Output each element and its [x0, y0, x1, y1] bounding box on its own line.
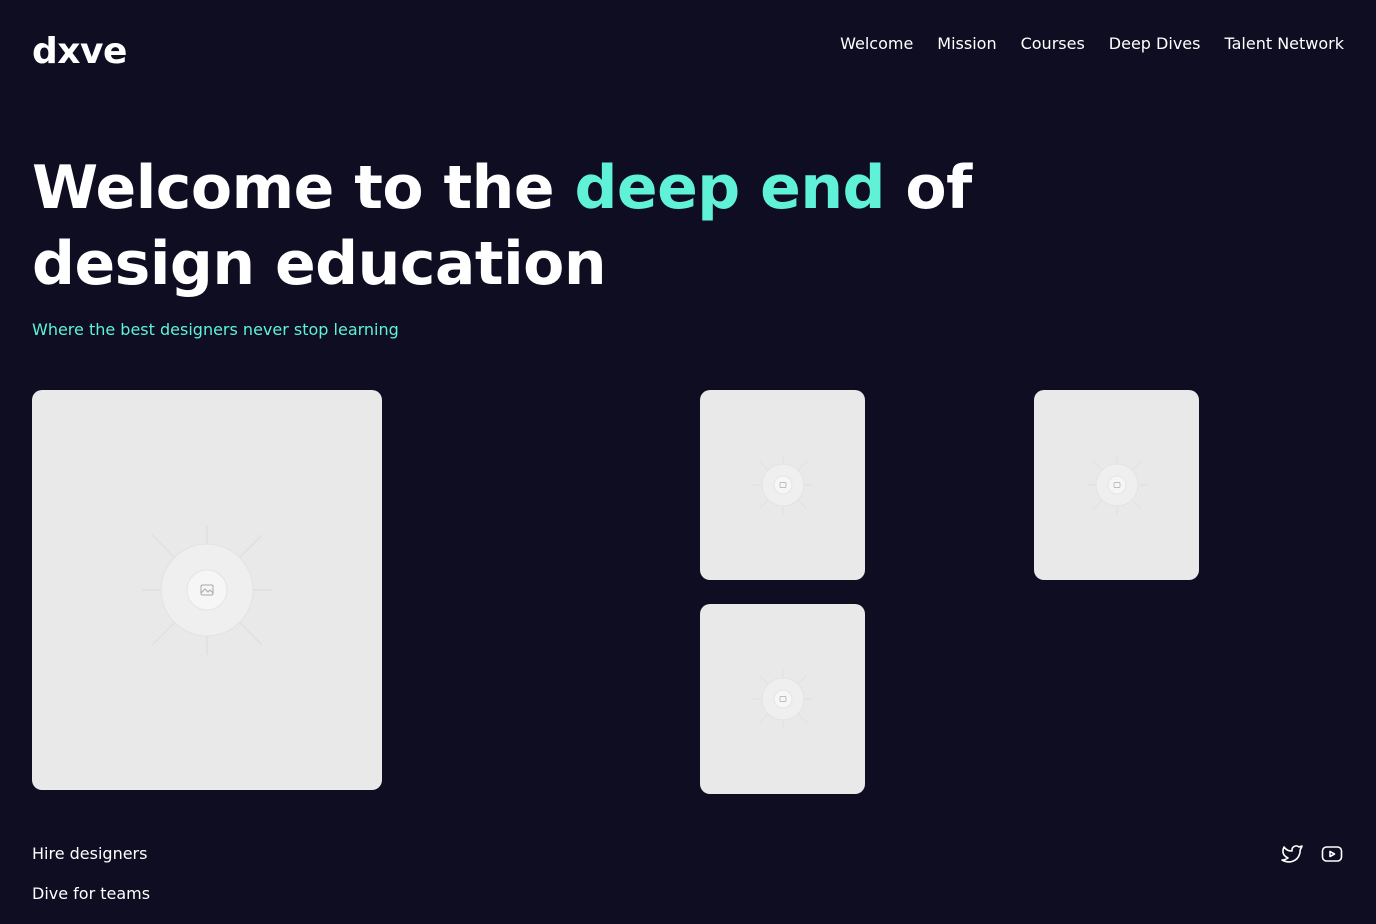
image-placeholder-icon	[142, 525, 272, 655]
main-nav: Welcome Mission Courses Deep Dives Talen…	[840, 34, 1344, 54]
footer-links: Hire designers Dive for teams	[32, 844, 150, 924]
dive-for-teams-link[interactable]: Dive for teams	[32, 884, 150, 904]
image-card[interactable]	[1034, 390, 1199, 580]
nav-talent-network[interactable]: Talent Network	[1224, 34, 1344, 54]
hero-title-start: Welcome to the	[32, 153, 575, 223]
image-card[interactable]	[700, 390, 865, 580]
hero-title-accent: deep end	[574, 153, 885, 223]
image-placeholder-icon	[1086, 455, 1147, 515]
image-card[interactable]	[700, 604, 865, 794]
nav-mission[interactable]: Mission	[937, 34, 996, 54]
hire-designers-link[interactable]: Hire designers	[32, 844, 150, 864]
logo[interactable]: dxve	[32, 30, 127, 74]
image-placeholder-icon	[752, 455, 813, 515]
social-links	[1280, 842, 1344, 866]
nav-courses[interactable]: Courses	[1021, 34, 1085, 54]
youtube-icon[interactable]	[1320, 842, 1344, 866]
hero-title: Welcome to the deep end of design educat…	[32, 150, 1132, 302]
twitter-icon[interactable]	[1280, 842, 1304, 866]
hero-subtitle: Where the best designers never stop lear…	[32, 320, 399, 339]
image-placeholder-icon	[752, 669, 813, 729]
nav-welcome[interactable]: Welcome	[840, 34, 913, 54]
nav-deep-dives[interactable]: Deep Dives	[1109, 34, 1201, 54]
image-card-large[interactable]	[32, 390, 382, 790]
